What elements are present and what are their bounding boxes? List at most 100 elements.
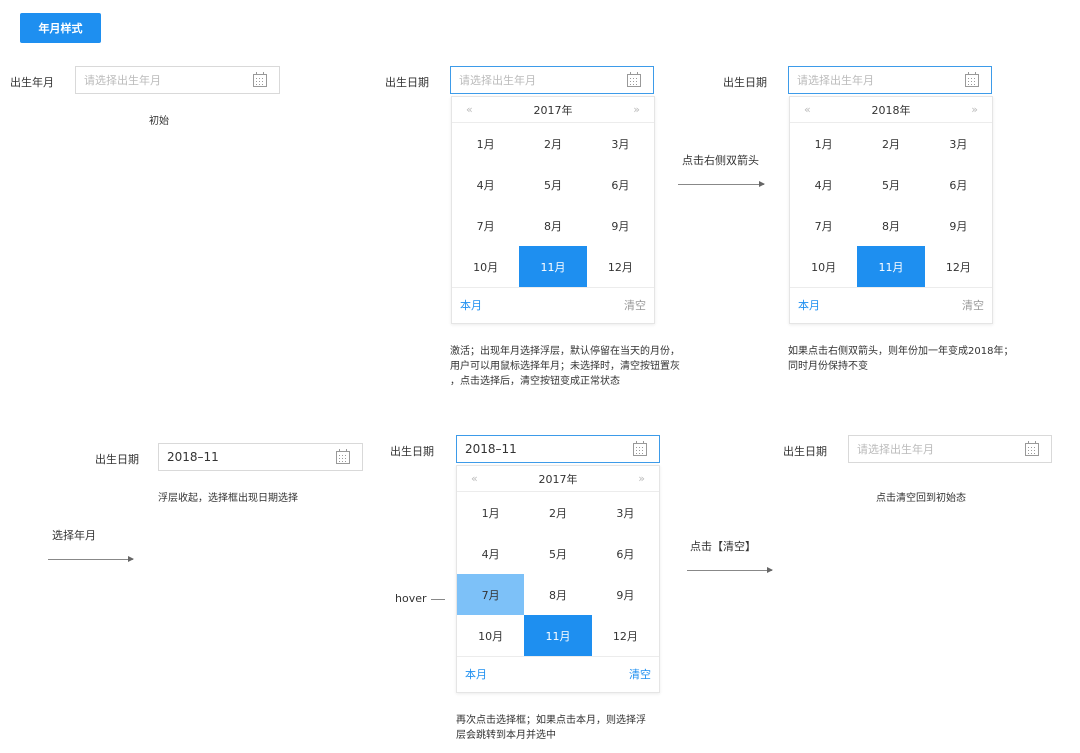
birth-date-input[interactable]: 请选择出生年月: [788, 66, 992, 94]
calendar-icon[interactable]: [253, 71, 267, 87]
month-cell[interactable]: 12月: [592, 615, 659, 656]
this-month-button[interactable]: 本月: [465, 666, 487, 682]
birth-month-input[interactable]: 请选择出生年月: [75, 66, 280, 94]
clear-button[interactable]: 清空: [962, 297, 984, 313]
month-cell[interactable]: 5月: [519, 164, 586, 205]
calendar-icon[interactable]: [633, 440, 647, 456]
picker-header: « 2018年 »: [790, 97, 992, 123]
calendar-icon[interactable]: [627, 71, 641, 87]
calendar-icon[interactable]: [965, 71, 979, 87]
birth-date-input[interactable]: 2018–11: [456, 435, 660, 463]
note-line: 激活；出现年月选择浮层，默认停留在当天的月份，: [450, 346, 680, 357]
field-label: 出生日期: [723, 76, 767, 89]
prev-year-button[interactable]: «: [804, 103, 811, 116]
picker-year: 2017年: [538, 472, 578, 486]
caption-cleared: 点击清空回到初始态: [876, 493, 966, 504]
month-cell[interactable]: 9月: [587, 205, 654, 246]
note-next-year: 如果点击右侧双箭头，则年份加一年变成2018年； 同时月份保持不变: [788, 344, 1078, 374]
month-cell[interactable]: 7月: [790, 205, 857, 246]
month-cell[interactable]: 4月: [457, 533, 524, 574]
month-cell[interactable]: 1月: [790, 123, 857, 164]
month-cell-selected[interactable]: 11月: [524, 615, 592, 656]
month-picker-panel: « 2018年 » 1月 2月 3月 4月 5月 6月 7月 8月 9月 10月 11月 12月 本月…: [789, 96, 993, 324]
flow-arrow: [678, 181, 765, 187]
month-grid: 1月 2月 3月 4月 5月 6月 7月 8月 9月 10月 11月 12月: [457, 492, 659, 656]
month-cell[interactable]: 3月: [587, 123, 654, 164]
month-cell[interactable]: 2月: [857, 123, 924, 164]
caption-initial: 初始: [149, 116, 169, 127]
calendar-icon[interactable]: [336, 448, 350, 464]
month-cell[interactable]: 8月: [857, 205, 924, 246]
month-cell[interactable]: 8月: [524, 574, 591, 615]
month-cell[interactable]: 12月: [587, 246, 654, 287]
note-line: 再次点击选择框；如果点击本月，则选择浮: [456, 715, 646, 726]
month-cell[interactable]: 2月: [519, 123, 586, 164]
note-activated: 激活；出现年月选择浮层，默认停留在当天的月份， 用户可以用鼠标选择年月；未选择时…: [450, 344, 750, 389]
next-year-button[interactable]: »: [633, 103, 640, 116]
this-month-button[interactable]: 本月: [798, 297, 820, 313]
picker-footer: 本月 清空: [452, 287, 654, 321]
month-cell-selected[interactable]: 11月: [519, 246, 587, 287]
month-cell[interactable]: 10月: [457, 615, 524, 656]
input-placeholder: 请选择出生年月: [459, 74, 536, 87]
note-line: 层会跳转到本月并选中: [456, 730, 556, 741]
month-cell-hover[interactable]: 7月: [457, 574, 525, 615]
input-placeholder: 请选择出生年月: [797, 74, 874, 87]
month-picker-panel: « 2017年 » 1月 2月 3月 4月 5月 6月 7月 8月 9月 10月 11月 12月 本月…: [456, 465, 660, 693]
picker-year: 2017年: [533, 103, 573, 117]
caption-selected: 浮层收起，选择框出现日期选择: [158, 493, 298, 504]
calendar-icon[interactable]: [1025, 440, 1039, 456]
birth-date-input[interactable]: 2018–11: [158, 443, 363, 471]
month-cell[interactable]: 6月: [587, 164, 654, 205]
field-label: 出生年月: [10, 76, 54, 89]
month-cell-selected[interactable]: 11月: [857, 246, 925, 287]
month-cell[interactable]: 5月: [857, 164, 924, 205]
month-cell[interactable]: 10月: [452, 246, 519, 287]
field-label: 出生日期: [390, 445, 434, 458]
month-grid: 1月 2月 3月 4月 5月 6月 7月 8月 9月 10月 11月 12月: [790, 123, 992, 287]
month-cell[interactable]: 1月: [457, 492, 524, 533]
month-cell[interactable]: 7月: [452, 205, 519, 246]
month-cell[interactable]: 5月: [524, 533, 591, 574]
hover-label: hover: [395, 592, 427, 605]
input-placeholder: 请选择出生年月: [857, 443, 934, 456]
month-cell[interactable]: 10月: [790, 246, 857, 287]
month-cell[interactable]: 3月: [925, 123, 992, 164]
input-value: 2018–11: [167, 450, 219, 464]
note-line: 用户可以用鼠标选择年月；未选择时，清空按钮置灰: [450, 361, 680, 372]
month-cell[interactable]: 2月: [524, 492, 591, 533]
month-cell[interactable]: 9月: [592, 574, 659, 615]
month-cell[interactable]: 1月: [452, 123, 519, 164]
month-cell[interactable]: 4月: [452, 164, 519, 205]
flow-arrow: [687, 567, 773, 573]
clear-button[interactable]: 清空: [629, 666, 651, 682]
month-cell[interactable]: 6月: [925, 164, 992, 205]
next-year-button[interactable]: »: [971, 103, 978, 116]
month-cell[interactable]: 4月: [790, 164, 857, 205]
style-tag-button[interactable]: 年月样式: [20, 13, 101, 43]
month-cell[interactable]: 3月: [592, 492, 659, 533]
picker-footer: 本月 清空: [790, 287, 992, 321]
month-picker-panel: « 2017年 » 1月 2月 3月 4月 5月 6月 7月 8月 9月 10月 11月 12月 本月…: [451, 96, 655, 324]
month-cell[interactable]: 9月: [925, 205, 992, 246]
picker-year: 2018年: [871, 103, 911, 117]
note-reopen: 再次点击选择框；如果点击本月，则选择浮 层会跳转到本月并选中: [456, 713, 716, 743]
picker-header: « 2017年 »: [457, 466, 659, 492]
note-line: 同时月份保持不变: [788, 361, 868, 372]
this-month-button[interactable]: 本月: [460, 297, 482, 313]
prev-year-button[interactable]: «: [471, 472, 478, 485]
month-cell[interactable]: 12月: [925, 246, 992, 287]
birth-date-input[interactable]: 请选择出生年月: [848, 435, 1052, 463]
field-label: 出生日期: [385, 76, 429, 89]
clear-button[interactable]: 清空: [624, 297, 646, 313]
arrow-label: 点击【清空】: [690, 540, 756, 553]
month-cell[interactable]: 8月: [519, 205, 586, 246]
arrow-label: 点击右侧双箭头: [682, 154, 759, 167]
birth-date-input[interactable]: 请选择出生年月: [450, 66, 654, 94]
prev-year-button[interactable]: «: [466, 103, 473, 116]
month-cell[interactable]: 6月: [592, 533, 659, 574]
field-label: 出生日期: [95, 453, 139, 466]
input-placeholder: 请选择出生年月: [84, 74, 161, 87]
flow-arrow: [48, 556, 134, 562]
next-year-button[interactable]: »: [638, 472, 645, 485]
